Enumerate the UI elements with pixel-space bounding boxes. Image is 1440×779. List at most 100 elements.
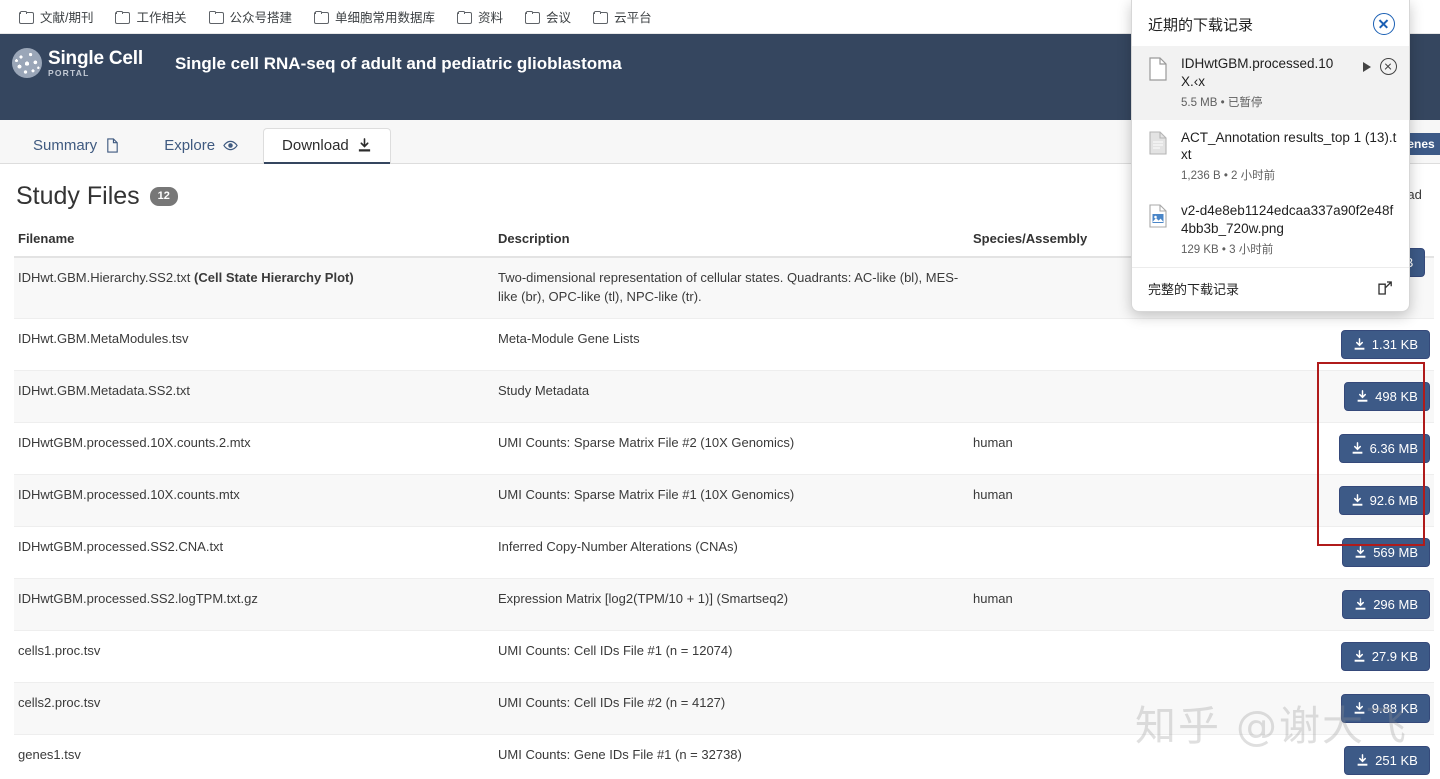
cell-species: [969, 630, 1299, 683]
filename-text: IDHwt.GBM.Metadata.SS2.txt: [18, 382, 190, 398]
bookmark-label: 资料: [478, 11, 504, 25]
full-download-history-link[interactable]: 完整的下载记录: [1148, 279, 1239, 298]
table-row: IDHwtGBM.processed.10X.counts.mtx UMI Cou…: [14, 474, 1434, 527]
download-icon: [1354, 337, 1365, 350]
tab-download[interactable]: Download: [263, 128, 391, 164]
cell-download: 498 KB: [1299, 370, 1434, 423]
download-size-button[interactable]: 498 KB: [1344, 381, 1430, 411]
download-item-meta: 1,236 B • 2 小时前: [1181, 170, 1276, 183]
bookmark-folder-4[interactable]: 资料: [448, 4, 512, 29]
page-title: Single cell RNA-seq of adult and pediatr…: [174, 54, 622, 73]
cell-description: Meta-Module Gene Lists: [494, 318, 969, 371]
download-size-button[interactable]: 251 KB: [1344, 745, 1430, 775]
cell-description: Two-dimensional representation of cellul…: [494, 257, 969, 319]
download-size-button[interactable]: 569 MB: [1342, 537, 1430, 567]
cell-filename: IDHwt.GBM.Metadata.SS2.txt: [14, 370, 494, 423]
image-file-icon: [1148, 202, 1170, 231]
table-row: IDHwt.GBM.MetaModules.tsv Meta-Module Gen…: [14, 318, 1434, 371]
column-header-description: Description: [494, 225, 969, 258]
cell-filename: IDHwtGBM.processed.SS2.CNA.txt: [14, 526, 494, 579]
bookmark-folder-6[interactable]: 云平台: [584, 4, 661, 29]
cell-globe-icon: [12, 48, 42, 78]
download-size-label: 6.36 MB: [1369, 440, 1418, 456]
download-item-name: IDHwtGBM.processed.10X.‹x: [1181, 56, 1334, 89]
download-size-label: 92.6 MB: [1369, 492, 1418, 508]
download-item-0[interactable]: IDHwtGBM.processed.10X.‹x 5.5 MB • 已暂停: [1132, 46, 1409, 120]
cell-species: human: [969, 578, 1299, 631]
folder-icon: [19, 10, 34, 24]
folder-icon: [593, 10, 609, 24]
download-item-2[interactable]: v2-d4e8eb1124edcaa337a90f2e48f4bb3b_720w…: [1132, 193, 1409, 267]
table-row: IDHwtGBM.processed.SS2.logTPM.txt.gz Expr…: [14, 578, 1434, 631]
cell-filename: IDHwt.GBM.MetaModules.tsv: [14, 318, 494, 371]
bookmark-folder-2[interactable]: 公众号搭建: [200, 4, 302, 29]
tab-summary-label: Summary: [33, 137, 98, 154]
download-icon: [1354, 649, 1365, 662]
download-item-name: v2-d4e8eb1124edcaa337a90f2e48f4bb3b_720w…: [1181, 203, 1394, 237]
download-icon: [1357, 389, 1368, 402]
cell-description: UMI Counts: Gene IDs File #1 (n = 32738): [494, 734, 969, 779]
close-icon[interactable]: [1373, 13, 1395, 35]
table-row: IDHwt.GBM.Metadata.SS2.txt Study Metadata…: [14, 370, 1434, 423]
download-size-button[interactable]: 296 MB: [1342, 589, 1430, 619]
column-header-filename: Filename: [14, 225, 494, 258]
cell-species: [969, 734, 1299, 779]
download-item-1[interactable]: ACT_Annotation results_top 1 (13).txt 1,…: [1132, 120, 1409, 194]
cell-species: [969, 370, 1299, 423]
download-size-button[interactable]: 9.88 KB: [1340, 693, 1430, 723]
bookmark-folder-0[interactable]: 文献/期刊: [10, 4, 102, 29]
download-icon: [1355, 597, 1366, 610]
download-size-button[interactable]: 6.36 MB: [1338, 433, 1430, 463]
site-logo[interactable]: Single Cell PORTAL: [12, 48, 143, 78]
table-row: IDHwtGBM.processed.SS2.CNA.txt Inferred C…: [14, 526, 1434, 579]
cell-filename: IDHwtGBM.processed.10X.counts.2.mtx: [14, 422, 494, 475]
filename-text: IDHwtGBM.processed.SS2.logTPM.txt.gz: [18, 590, 258, 606]
download-item-meta: 129 KB • 3 小时前: [1181, 243, 1274, 256]
bookmark-folder-3[interactable]: 单细胞常用数据库: [305, 4, 444, 29]
cell-species: human: [969, 422, 1299, 475]
cell-download: 27.9 KB: [1299, 630, 1434, 683]
logo-main-text: Single Cell: [48, 47, 143, 69]
file-count-badge: 12: [149, 187, 178, 206]
cell-filename: cells2.proc.tsv: [14, 682, 494, 735]
page-root: 文献/期刊 工作相关 公众号搭建 单细胞常用数据库 资料 会议 云平台 Sing…: [0, 0, 1440, 779]
folder-icon: [457, 10, 473, 24]
tab-download-label: Download: [282, 137, 349, 154]
download-size-button[interactable]: 92.6 MB: [1338, 485, 1430, 515]
download-size-label: 9.88 KB: [1371, 700, 1418, 716]
cell-filename: genes1.tsv: [14, 734, 494, 779]
cancel-download-icon[interactable]: [1380, 58, 1397, 75]
resume-download-icon[interactable]: [1363, 61, 1371, 72]
bookmark-label: 会议: [546, 11, 572, 25]
cell-filename: IDHwtGBM.processed.SS2.logTPM.txt.gz: [14, 578, 494, 631]
filename-text: cells1.proc.tsv: [18, 642, 101, 658]
filename-text: genes1.tsv: [18, 746, 81, 762]
bookmark-folder-5[interactable]: 会议: [516, 4, 580, 29]
bookmark-label: 文献/期刊: [40, 11, 94, 25]
cell-description: Expression Matrix [log2(TPM/10 + 1)] (Sm…: [494, 578, 969, 631]
tab-explore-label: Explore: [164, 137, 216, 154]
generic-file-icon: [1148, 55, 1170, 84]
external-link-icon[interactable]: [1377, 280, 1393, 296]
cell-description: UMI Counts: Cell IDs File #1 (n = 12074): [494, 630, 969, 683]
tab-explore[interactable]: Explore: [145, 128, 257, 163]
tab-summary[interactable]: Summary: [14, 128, 139, 163]
download-icon: [1352, 493, 1362, 506]
table-row: cells1.proc.tsv UMI Counts: Cell IDs File…: [14, 630, 1434, 683]
download-size-label: 296 MB: [1373, 596, 1418, 612]
section-title: Study Files: [16, 182, 140, 210]
cell-description: UMI Counts: Cell IDs File #2 (n = 4127): [494, 682, 969, 735]
cell-download: 6.36 MB: [1299, 422, 1434, 475]
cell-species: [969, 318, 1299, 371]
cell-description: UMI Counts: Sparse Matrix File #2 (10X G…: [494, 422, 969, 475]
logo-sub-text: PORTAL: [48, 67, 90, 78]
cell-description: Inferred Copy-Number Alterations (CNAs): [494, 526, 969, 579]
filename-note: (Cell State Hierarchy Plot): [194, 270, 354, 285]
bookmark-folder-1[interactable]: 工作相关: [106, 4, 195, 29]
filename-text: IDHwt.GBM.Hierarchy.SS2.txt: [18, 270, 191, 285]
text-file-icon: [1148, 129, 1170, 158]
download-size-button[interactable]: 27.9 KB: [1340, 641, 1430, 671]
download-size-button[interactable]: 1.31 KB: [1340, 329, 1430, 359]
download-icon: [1352, 441, 1362, 454]
cell-filename: cells1.proc.tsv: [14, 630, 494, 683]
